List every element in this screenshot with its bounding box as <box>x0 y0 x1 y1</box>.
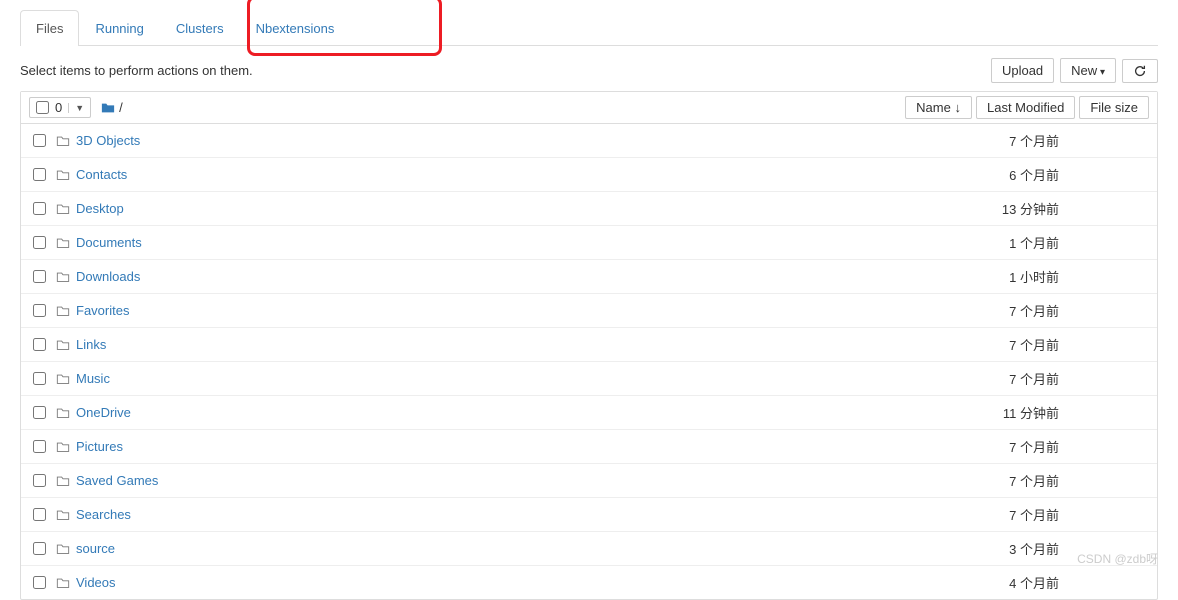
row-checkbox[interactable] <box>33 134 46 147</box>
selected-count: 0 <box>53 100 64 115</box>
row-checkbox[interactable] <box>33 542 46 555</box>
item-modified: 7 个月前 <box>929 437 1069 456</box>
item-name-link[interactable]: Favorites <box>76 303 929 318</box>
list-item: OneDrive11 分钟前 <box>21 396 1157 430</box>
name-column-label: Name <box>916 100 951 115</box>
row-checkbox[interactable] <box>33 168 46 181</box>
folder-icon <box>56 236 70 250</box>
item-name-link[interactable]: Contacts <box>76 167 929 182</box>
item-modified: 7 个月前 <box>929 471 1069 490</box>
item-name-link[interactable]: Downloads <box>76 269 929 284</box>
item-modified: 6 个月前 <box>929 165 1069 184</box>
list-item: Searches7 个月前 <box>21 498 1157 532</box>
tab-bar: Files Running Clusters Nbextensions <box>20 10 1158 46</box>
chevron-down-icon: ▼ <box>68 103 84 113</box>
select-hint-text: Select items to perform actions on them. <box>20 63 253 78</box>
item-modified: 1 小时前 <box>929 267 1069 286</box>
row-checkbox[interactable] <box>33 474 46 487</box>
list-item: Desktop13 分钟前 <box>21 192 1157 226</box>
new-dropdown-button[interactable]: New <box>1060 58 1116 83</box>
item-name-link[interactable]: OneDrive <box>76 405 929 420</box>
item-modified: 7 个月前 <box>929 369 1069 388</box>
folder-icon <box>56 134 70 148</box>
list-item: 3D Objects7 个月前 <box>21 124 1157 158</box>
upload-button[interactable]: Upload <box>991 58 1054 83</box>
row-checkbox[interactable] <box>33 406 46 419</box>
folder-icon <box>56 576 70 590</box>
sort-modified-button[interactable]: Last Modified <box>976 96 1075 119</box>
item-name-link[interactable]: 3D Objects <box>76 133 929 148</box>
item-modified: 1 个月前 <box>929 233 1069 252</box>
tab-running[interactable]: Running <box>79 10 159 46</box>
list-item: Downloads1 小时前 <box>21 260 1157 294</box>
toolbar-row: Select items to perform actions on them.… <box>20 46 1158 91</box>
folder-icon <box>56 542 70 556</box>
folder-icon <box>56 508 70 522</box>
tab-clusters[interactable]: Clusters <box>160 10 240 46</box>
folder-icon <box>56 372 70 386</box>
item-modified: 3 个月前 <box>929 539 1069 558</box>
select-all-dropdown[interactable]: 0 ▼ <box>29 97 91 118</box>
list-item: Contacts6 个月前 <box>21 158 1157 192</box>
breadcrumb-root: / <box>119 100 123 115</box>
item-modified: 4 个月前 <box>929 573 1069 592</box>
row-checkbox[interactable] <box>33 338 46 351</box>
item-name-link[interactable]: Saved Games <box>76 473 929 488</box>
sort-name-button[interactable]: Name ↓ <box>905 96 972 119</box>
folder-icon <box>56 338 70 352</box>
refresh-button[interactable] <box>1122 59 1158 83</box>
row-checkbox[interactable] <box>33 236 46 249</box>
item-name-link[interactable]: Links <box>76 337 929 352</box>
file-rows-container: 3D Objects7 个月前Contacts6 个月前Desktop13 分钟… <box>21 124 1157 599</box>
arrow-down-icon: ↓ <box>954 100 961 115</box>
item-modified: 7 个月前 <box>929 505 1069 524</box>
folder-icon <box>56 270 70 284</box>
select-all-checkbox[interactable] <box>36 101 49 114</box>
tab-files[interactable]: Files <box>20 10 79 46</box>
item-modified: 7 个月前 <box>929 335 1069 354</box>
item-name-link[interactable]: Videos <box>76 575 929 590</box>
row-checkbox[interactable] <box>33 270 46 283</box>
breadcrumb[interactable]: / <box>101 100 123 115</box>
item-name-link[interactable]: Desktop <box>76 201 929 216</box>
list-item: Saved Games7 个月前 <box>21 464 1157 498</box>
item-modified: 11 分钟前 <box>929 403 1069 422</box>
folder-icon <box>56 440 70 454</box>
list-header: 0 ▼ / Name ↓ Last Modified File size <box>21 92 1157 124</box>
folder-icon <box>56 304 70 318</box>
item-name-link[interactable]: source <box>76 541 929 556</box>
item-name-link[interactable]: Documents <box>76 235 929 250</box>
folder-icon <box>56 202 70 216</box>
item-name-link[interactable]: Searches <box>76 507 929 522</box>
row-checkbox[interactable] <box>33 202 46 215</box>
row-checkbox[interactable] <box>33 304 46 317</box>
list-item: source3 个月前 <box>21 532 1157 566</box>
refresh-icon <box>1133 64 1147 78</box>
row-checkbox[interactable] <box>33 576 46 589</box>
row-checkbox[interactable] <box>33 440 46 453</box>
folder-icon <box>56 406 70 420</box>
list-item: Music7 个月前 <box>21 362 1157 396</box>
item-name-link[interactable]: Music <box>76 371 929 386</box>
file-list-panel: 0 ▼ / Name ↓ Last Modified File size 3D … <box>20 91 1158 600</box>
list-item: Favorites7 个月前 <box>21 294 1157 328</box>
list-item: Documents1 个月前 <box>21 226 1157 260</box>
folder-icon <box>56 474 70 488</box>
row-checkbox[interactable] <box>33 372 46 385</box>
list-item: Links7 个月前 <box>21 328 1157 362</box>
item-modified: 13 分钟前 <box>929 199 1069 218</box>
item-name-link[interactable]: Pictures <box>76 439 929 454</box>
row-checkbox[interactable] <box>33 508 46 521</box>
toolbar-buttons: Upload New <box>991 58 1158 83</box>
sort-size-button[interactable]: File size <box>1079 96 1149 119</box>
folder-icon <box>56 168 70 182</box>
item-modified: 7 个月前 <box>929 131 1069 150</box>
tab-nbextensions[interactable]: Nbextensions <box>240 10 351 46</box>
list-item: Pictures7 个月前 <box>21 430 1157 464</box>
item-modified: 7 个月前 <box>929 301 1069 320</box>
folder-home-icon <box>101 101 115 115</box>
list-item: Videos4 个月前 <box>21 566 1157 599</box>
